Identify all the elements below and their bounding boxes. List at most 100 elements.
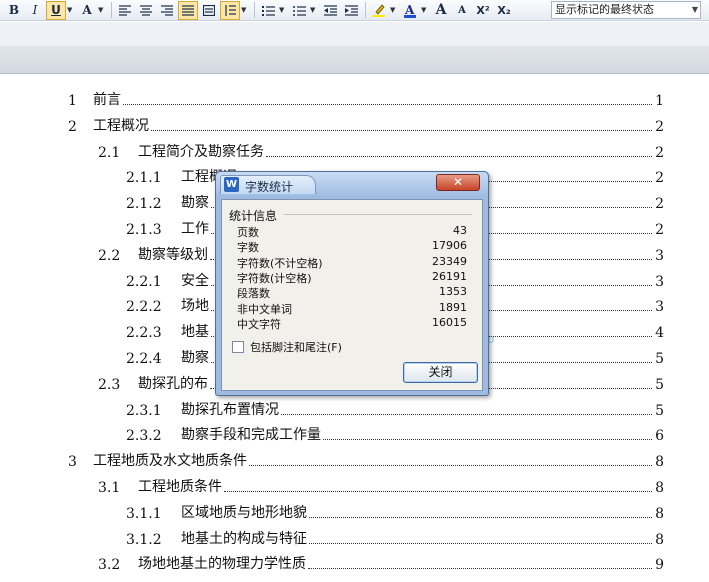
stat-label: 段落数 — [237, 287, 270, 301]
stat-row: 字数 17906 — [237, 239, 467, 254]
track-changes-display-select[interactable]: 显示标记的最终状态 ▼ — [551, 1, 701, 19]
close-button[interactable]: 关闭 — [403, 362, 478, 383]
numbering-dropdown-icon[interactable]: ▼ — [279, 6, 287, 14]
underline-dropdown-icon[interactable]: ▼ — [67, 6, 75, 14]
toc-page-number: 2 — [655, 118, 664, 135]
toc-number: 2.1 — [98, 144, 121, 161]
toc-number: 2.1.1 — [126, 170, 162, 187]
subscript-button[interactable]: X₂ — [494, 1, 514, 20]
toc-leader-dots — [309, 542, 652, 544]
font-shading-dropdown-icon[interactable]: ▼ — [98, 6, 106, 14]
toc-entry[interactable]: 3 工程地质及水文地质条件 8 — [68, 448, 664, 470]
toc-number: 2.2.1 — [126, 273, 162, 290]
toc-number: 3.1.1 — [126, 505, 162, 522]
distributed-align-icon[interactable] — [199, 1, 219, 20]
superscript-button[interactable]: X² — [473, 1, 493, 20]
toc-number: 2.2.3 — [126, 325, 162, 342]
grow-font-button[interactable]: A — [431, 1, 451, 20]
numbering-icon[interactable] — [258, 1, 278, 20]
word-count-dialog: W 字数统计 ✕ 统计信息 页数 43 字数 17906 字符数(不计空格) 23349 字… — [215, 171, 489, 396]
shrink-font-button[interactable]: A — [452, 1, 472, 20]
highlight-dropdown-icon[interactable]: ▼ — [390, 6, 398, 14]
align-left-icon[interactable] — [115, 1, 135, 20]
stat-label: 字数 — [237, 241, 259, 255]
line-spacing-dropdown-icon[interactable]: ▼ — [241, 6, 249, 14]
toc-number: 2.3.2 — [126, 428, 162, 445]
toc-title: 场地 — [181, 298, 209, 315]
align-right-icon[interactable] — [157, 1, 177, 20]
stat-row: 页数 43 — [237, 224, 467, 239]
toc-page-number: 9 — [655, 557, 664, 574]
stat-row: 字符数(计空格) 26191 — [237, 270, 467, 285]
toc-leader-dots — [151, 129, 652, 131]
toc-number: 3.1 — [98, 480, 121, 496]
toc-number: 2.3 — [98, 376, 121, 393]
bold-button[interactable]: B — [4, 1, 24, 20]
stat-value: 26191 — [432, 269, 467, 283]
toolbar-divider — [111, 2, 112, 18]
toc-leader-dots — [309, 516, 652, 518]
include-footnotes-label: 包括脚注和尾注(F) — [250, 341, 342, 354]
toc-title: 前言 — [93, 92, 121, 108]
toolbar-divider — [365, 2, 366, 18]
dialog-title-tab: W 字数统计 — [220, 175, 316, 194]
stat-row: 字符数(不计空格) 23349 — [237, 255, 467, 270]
bullets-icon[interactable] — [289, 1, 309, 20]
toc-title: 勘察 — [181, 195, 209, 212]
toc-number: 2.3.1 — [126, 402, 162, 419]
toc-leader-dots — [224, 491, 652, 492]
toc-number: 2.2 — [98, 247, 121, 264]
justify-icon[interactable] — [178, 0, 198, 20]
toc-title: 勘探孔的布 — [138, 375, 208, 392]
include-footnotes-checkbox[interactable] — [232, 341, 244, 353]
include-footnotes-option[interactable]: 包括脚注和尾注(F) — [232, 339, 342, 355]
stat-label: 字符数(不计空格) — [237, 256, 323, 270]
line-spacing-icon[interactable] — [220, 0, 240, 20]
toc-title: 场地地基土的物理力学性质 — [138, 556, 306, 573]
toc-page-number: 8 — [655, 480, 664, 496]
toc-page-number: 2 — [655, 144, 664, 161]
toc-number: 2.2.2 — [126, 299, 162, 316]
toc-entry[interactable]: 2.1 工程简介及勘察任务 2 — [98, 139, 664, 161]
stat-value: 43 — [453, 224, 467, 237]
toc-entry[interactable]: 3.2 场地地基土的物理力学性质 9 — [98, 551, 664, 573]
stat-label: 字符数(计空格) — [237, 271, 312, 285]
dialog-titlebar[interactable]: W 字数统计 ✕ — [216, 172, 488, 196]
font-shading-button[interactable]: A — [77, 1, 97, 20]
highlight-icon[interactable] — [369, 1, 389, 20]
chevron-down-icon[interactable]: ▼ — [692, 2, 698, 18]
dialog-body: 统计信息 页数 43 字数 17906 字符数(不计空格) 23349 字符数(计空格) 26… — [221, 199, 483, 391]
increase-indent-icon[interactable] — [341, 1, 361, 20]
toc-entry[interactable]: 3.1 工程地质条件 8 — [98, 474, 664, 496]
toc-title: 勘探孔布置情况 — [181, 401, 279, 418]
toc-title: 工作 — [181, 221, 209, 237]
toc-page-number: 3 — [655, 299, 664, 316]
toc-entry[interactable]: 2 工程概况 2 — [68, 113, 664, 135]
align-center-icon[interactable] — [136, 1, 156, 20]
toc-title: 区域地质与地形地貌 — [181, 504, 307, 521]
stat-label: 页数 — [237, 226, 259, 239]
italic-button[interactable]: I — [25, 1, 45, 20]
stat-value: 16015 — [432, 315, 467, 329]
formatting-toolbar: B I U ▼ A ▼ ▼ ▼ ▼ ▼ A ▼ A A X² X₂ 显示标记的最… — [0, 0, 709, 21]
toc-page-number: 5 — [655, 351, 664, 367]
decrease-indent-icon[interactable] — [320, 1, 340, 20]
toc-page-number: 2 — [655, 196, 664, 213]
toc-entry[interactable]: 2.3.1 勘探孔布置情况 5 — [126, 397, 664, 419]
stats-group-label: 统计信息 — [229, 209, 278, 223]
underline-button[interactable]: U — [46, 0, 66, 20]
close-icon[interactable]: ✕ — [436, 174, 480, 191]
toc-entry[interactable]: 1 前言 1 — [68, 87, 664, 109]
stat-label: 非中文单词 — [237, 302, 292, 316]
stat-row: 中文字符 16015 — [237, 316, 467, 331]
toc-page-number: 4 — [655, 325, 664, 342]
toc-entry[interactable]: 3.1.2 地基土的构成与特征 8 — [126, 526, 664, 548]
toc-page-number: 2 — [655, 170, 664, 187]
font-color-dropdown-icon[interactable]: ▼ — [421, 6, 429, 14]
toc-entry[interactable]: 2.3.2 勘察手段和完成工作量 6 — [126, 422, 664, 444]
toc-number: 3 — [68, 454, 77, 471]
toc-entry[interactable]: 3.1.1 区域地质与地形地貌 8 — [126, 500, 664, 522]
font-color-icon[interactable]: A — [400, 1, 420, 20]
bullets-dropdown-icon[interactable]: ▼ — [310, 6, 318, 14]
svg-text:A: A — [404, 3, 415, 17]
